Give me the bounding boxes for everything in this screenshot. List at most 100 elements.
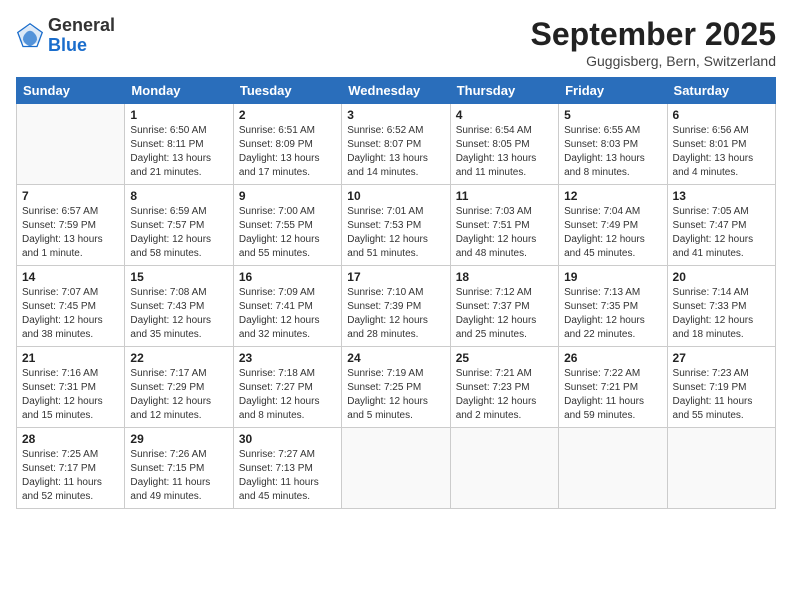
calendar-day-cell: 27 Sunrise: 7:23 AM Sunset: 7:19 PM Dayli… — [667, 347, 775, 428]
calendar-day-cell: 29 Sunrise: 7:26 AM Sunset: 7:15 PM Dayli… — [125, 428, 233, 509]
calendar-day-cell — [559, 428, 667, 509]
calendar-day-cell — [342, 428, 450, 509]
day-info: Sunrise: 6:56 AM Sunset: 8:01 PM Dayligh… — [673, 124, 770, 180]
calendar-day-cell: 16 Sunrise: 7:09 AM Sunset: 7:41 PM Dayli… — [233, 266, 341, 347]
location: Guggisberg, Bern, Switzerland — [531, 53, 776, 69]
calendar-day-cell: 14 Sunrise: 7:07 AM Sunset: 7:45 PM Dayli… — [17, 266, 125, 347]
day-number: 1 — [130, 108, 227, 122]
calendar-day-cell: 7Sunrise: 6:57 AM Sunset: 7:59 PM Daylig… — [17, 185, 125, 266]
calendar-day-cell: 30Sunrise: 7:27 AM Sunset: 7:13 PM Dayli… — [233, 428, 341, 509]
calendar-day-cell: 6 Sunrise: 6:56 AM Sunset: 8:01 PM Daylig… — [667, 104, 775, 185]
day-number: 10 — [347, 189, 444, 203]
day-number: 14 — [22, 270, 119, 284]
day-info: Sunrise: 7:21 AM Sunset: 7:23 PM Dayligh… — [456, 367, 553, 423]
month-title: September 2025 — [531, 16, 776, 53]
calendar-day-cell — [450, 428, 558, 509]
logo-blue-text: Blue — [48, 35, 87, 55]
page-header: General Blue September 2025 Guggisberg, … — [16, 16, 776, 69]
day-number: 11 — [456, 189, 553, 203]
calendar-day-cell — [17, 104, 125, 185]
day-number: 6 — [673, 108, 770, 122]
calendar-day-cell: 24 Sunrise: 7:19 AM Sunset: 7:25 PM Dayli… — [342, 347, 450, 428]
calendar-week-row: 14 Sunrise: 7:07 AM Sunset: 7:45 PM Dayli… — [17, 266, 776, 347]
day-number: 29 — [130, 432, 227, 446]
day-number: 26 — [564, 351, 661, 365]
day-of-week-header: Tuesday — [233, 78, 341, 104]
calendar-day-cell: 3 Sunrise: 6:52 AM Sunset: 8:07 PM Daylig… — [342, 104, 450, 185]
day-info: Sunrise: 7:18 AM Sunset: 7:27 PM Dayligh… — [239, 367, 336, 423]
day-number: 23 — [239, 351, 336, 365]
day-number: 27 — [673, 351, 770, 365]
day-of-week-header: Monday — [125, 78, 233, 104]
calendar-day-cell: 28Sunrise: 7:25 AM Sunset: 7:17 PM Dayli… — [17, 428, 125, 509]
calendar-day-cell: 12Sunrise: 7:04 AM Sunset: 7:49 PM Dayli… — [559, 185, 667, 266]
day-info: Sunrise: 7:07 AM Sunset: 7:45 PM Dayligh… — [22, 286, 119, 342]
day-number: 3 — [347, 108, 444, 122]
day-of-week-header: Thursday — [450, 78, 558, 104]
day-number: 13 — [673, 189, 770, 203]
calendar-day-cell: 25 Sunrise: 7:21 AM Sunset: 7:23 PM Dayli… — [450, 347, 558, 428]
day-info: Sunrise: 6:50 AM Sunset: 8:11 PM Dayligh… — [130, 124, 227, 180]
calendar-day-cell: 22Sunrise: 7:17 AM Sunset: 7:29 PM Dayli… — [125, 347, 233, 428]
calendar-day-cell — [667, 428, 775, 509]
calendar-day-cell: 15 Sunrise: 7:08 AM Sunset: 7:43 PM Dayli… — [125, 266, 233, 347]
day-info: Sunrise: 7:19 AM Sunset: 7:25 PM Dayligh… — [347, 367, 444, 423]
day-info: Sunrise: 7:00 AM Sunset: 7:55 PM Dayligh… — [239, 205, 336, 261]
calendar-day-cell: 1 Sunrise: 6:50 AM Sunset: 8:11 PM Daylig… — [125, 104, 233, 185]
calendar-day-cell: 2Sunrise: 6:51 AM Sunset: 8:09 PM Daylig… — [233, 104, 341, 185]
day-info: Sunrise: 6:52 AM Sunset: 8:07 PM Dayligh… — [347, 124, 444, 180]
day-info: Sunrise: 6:51 AM Sunset: 8:09 PM Dayligh… — [239, 124, 336, 180]
day-of-week-header: Friday — [559, 78, 667, 104]
day-info: Sunrise: 7:09 AM Sunset: 7:41 PM Dayligh… — [239, 286, 336, 342]
calendar-day-cell: 20 Sunrise: 7:14 AM Sunset: 7:33 PM Dayli… — [667, 266, 775, 347]
logo-icon — [16, 22, 44, 50]
day-info: Sunrise: 7:08 AM Sunset: 7:43 PM Dayligh… — [130, 286, 227, 342]
calendar-day-cell: 4 Sunrise: 6:54 AM Sunset: 8:05 PM Daylig… — [450, 104, 558, 185]
day-number: 30 — [239, 432, 336, 446]
title-block: September 2025 Guggisberg, Bern, Switzer… — [531, 16, 776, 69]
day-info: Sunrise: 7:03 AM Sunset: 7:51 PM Dayligh… — [456, 205, 553, 261]
day-number: 19 — [564, 270, 661, 284]
day-number: 18 — [456, 270, 553, 284]
day-number: 12 — [564, 189, 661, 203]
day-of-week-header: Sunday — [17, 78, 125, 104]
day-info: Sunrise: 7:16 AM Sunset: 7:31 PM Dayligh… — [22, 367, 119, 423]
calendar-week-row: 21 Sunrise: 7:16 AM Sunset: 7:31 PM Dayli… — [17, 347, 776, 428]
day-info: Sunrise: 7:12 AM Sunset: 7:37 PM Dayligh… — [456, 286, 553, 342]
day-info: Sunrise: 7:22 AM Sunset: 7:21 PM Dayligh… — [564, 367, 661, 423]
calendar-week-row: 1 Sunrise: 6:50 AM Sunset: 8:11 PM Daylig… — [17, 104, 776, 185]
logo-text: General Blue — [48, 16, 115, 56]
day-info: Sunrise: 7:17 AM Sunset: 7:29 PM Dayligh… — [130, 367, 227, 423]
day-number: 5 — [564, 108, 661, 122]
calendar-week-row: 28Sunrise: 7:25 AM Sunset: 7:17 PM Dayli… — [17, 428, 776, 509]
day-info: Sunrise: 7:26 AM Sunset: 7:15 PM Dayligh… — [130, 448, 227, 504]
day-info: Sunrise: 6:55 AM Sunset: 8:03 PM Dayligh… — [564, 124, 661, 180]
day-number: 4 — [456, 108, 553, 122]
day-number: 17 — [347, 270, 444, 284]
day-of-week-header: Wednesday — [342, 78, 450, 104]
day-of-week-header: Saturday — [667, 78, 775, 104]
day-info: Sunrise: 7:23 AM Sunset: 7:19 PM Dayligh… — [673, 367, 770, 423]
calendar-day-cell: 8Sunrise: 6:59 AM Sunset: 7:57 PM Daylig… — [125, 185, 233, 266]
day-number: 24 — [347, 351, 444, 365]
day-info: Sunrise: 7:01 AM Sunset: 7:53 PM Dayligh… — [347, 205, 444, 261]
day-info: Sunrise: 7:14 AM Sunset: 7:33 PM Dayligh… — [673, 286, 770, 342]
calendar-header-row: SundayMondayTuesdayWednesdayThursdayFrid… — [17, 78, 776, 104]
calendar-table: SundayMondayTuesdayWednesdayThursdayFrid… — [16, 77, 776, 509]
calendar-day-cell: 23 Sunrise: 7:18 AM Sunset: 7:27 PM Dayli… — [233, 347, 341, 428]
logo-general-text: General — [48, 15, 115, 35]
calendar-day-cell: 21 Sunrise: 7:16 AM Sunset: 7:31 PM Dayli… — [17, 347, 125, 428]
day-number: 21 — [22, 351, 119, 365]
calendar-day-cell: 9Sunrise: 7:00 AM Sunset: 7:55 PM Daylig… — [233, 185, 341, 266]
day-number: 16 — [239, 270, 336, 284]
day-number: 28 — [22, 432, 119, 446]
day-number: 25 — [456, 351, 553, 365]
calendar-day-cell: 19Sunrise: 7:13 AM Sunset: 7:35 PM Dayli… — [559, 266, 667, 347]
day-info: Sunrise: 6:54 AM Sunset: 8:05 PM Dayligh… — [456, 124, 553, 180]
calendar-day-cell: 26 Sunrise: 7:22 AM Sunset: 7:21 PM Dayli… — [559, 347, 667, 428]
calendar-day-cell: 17Sunrise: 7:10 AM Sunset: 7:39 PM Dayli… — [342, 266, 450, 347]
day-number: 20 — [673, 270, 770, 284]
day-number: 15 — [130, 270, 227, 284]
calendar-day-cell: 10 Sunrise: 7:01 AM Sunset: 7:53 PM Dayli… — [342, 185, 450, 266]
calendar-day-cell: 5 Sunrise: 6:55 AM Sunset: 8:03 PM Daylig… — [559, 104, 667, 185]
